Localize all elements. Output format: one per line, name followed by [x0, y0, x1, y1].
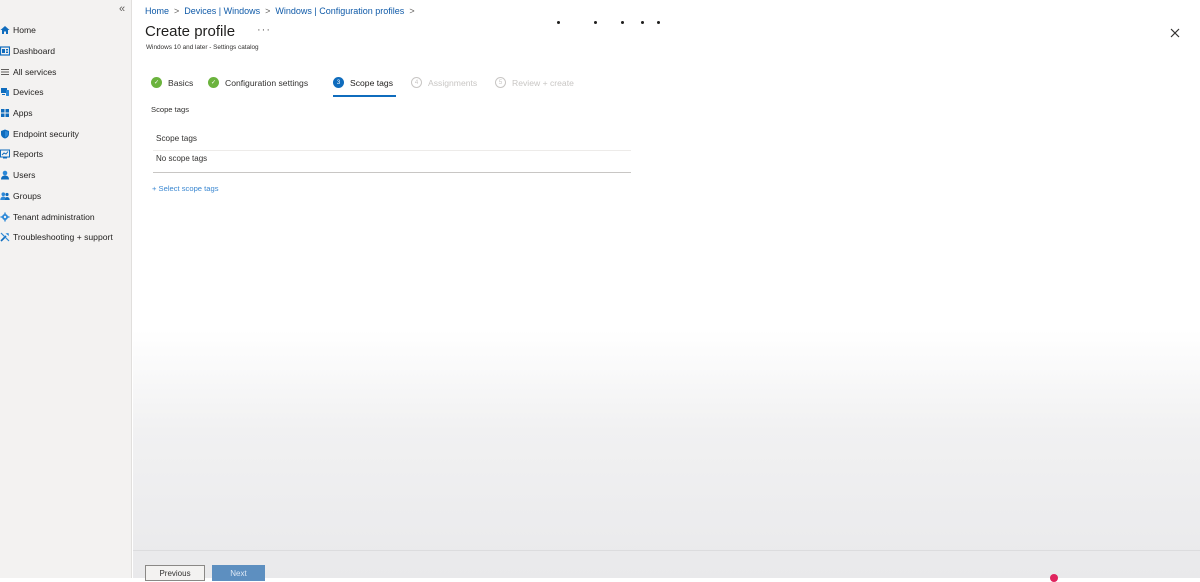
- sidebar-item-label: Dashboard: [13, 46, 56, 57]
- sidebar-item-reports[interactable]: Reports: [0, 144, 132, 165]
- page-title: Create profile: [145, 23, 236, 40]
- step-number-icon: 3: [333, 77, 344, 88]
- sidebar-item-label: Reports: [13, 149, 44, 160]
- step-label: Scope tags: [350, 77, 393, 88]
- sidebar-item-label: Groups: [13, 190, 42, 201]
- breadcrumb-home[interactable]: Home: [145, 6, 169, 16]
- step-number-icon: 4: [411, 77, 422, 88]
- empty-state-text: No scope tags: [156, 154, 208, 163]
- tab-scope-tags[interactable]: 3 Scope tags: [333, 77, 393, 88]
- dashboard-icon: [0, 46, 10, 56]
- divider: [153, 150, 631, 151]
- check-icon: ✓: [208, 77, 219, 88]
- wrench-icon: [0, 232, 10, 242]
- sidebar-item-all-services[interactable]: All services: [0, 61, 132, 82]
- devices-icon: [0, 87, 10, 97]
- collapse-sidebar-button[interactable]: «: [119, 3, 125, 15]
- sidebar-nav: Home Dashboard All services Devices Apps: [0, 20, 132, 248]
- step-number-icon: 5: [495, 77, 506, 88]
- sidebar-item-troubleshooting[interactable]: Troubleshooting + support: [0, 227, 132, 248]
- sidebar-item-label: Endpoint security: [13, 128, 79, 139]
- breadcrumb: Home > Devices | Windows > Windows | Configu…: [145, 6, 420, 16]
- sidebar-item-label: Home: [13, 25, 36, 36]
- sidebar-item-label: Tenant administration: [13, 211, 95, 222]
- sidebar-item-groups[interactable]: Groups: [0, 186, 132, 207]
- previous-button[interactable]: Previous: [145, 565, 205, 581]
- tab-basics[interactable]: ✓ Basics: [151, 77, 193, 88]
- step-label: Assignments: [428, 77, 478, 88]
- list-icon: [0, 67, 10, 77]
- footer-divider: [133, 550, 1200, 551]
- loading-dot: [594, 21, 597, 24]
- loading-dot: [657, 21, 660, 24]
- reports-icon: [0, 149, 10, 159]
- shield-icon: [0, 129, 10, 139]
- sidebar-item-label: Apps: [13, 108, 33, 119]
- cursor-indicator: [1050, 574, 1058, 582]
- user-icon: [0, 170, 10, 180]
- active-tab-indicator: [333, 95, 396, 97]
- tab-configuration-settings[interactable]: ✓ Configuration settings: [208, 77, 308, 88]
- sidebar-item-endpoint-security[interactable]: Endpoint security: [0, 123, 132, 144]
- loading-dot: [641, 21, 644, 24]
- next-button[interactable]: Next: [212, 565, 265, 581]
- breadcrumb-separator: >: [265, 6, 271, 16]
- sidebar-item-label: All services: [13, 66, 57, 77]
- page-subtitle: Windows 10 and later - Settings catalog: [146, 44, 259, 51]
- sidebar-item-tenant-administration[interactable]: Tenant administration: [0, 206, 132, 227]
- check-icon: ✓: [151, 77, 162, 88]
- sidebar-item-label: Troubleshooting + support: [13, 232, 113, 243]
- main-content: Home > Devices | Windows > Windows | Configu…: [133, 0, 1200, 582]
- section-label: Scope tags: [151, 105, 189, 114]
- apps-icon: [0, 108, 10, 118]
- sidebar-item-home[interactable]: Home: [0, 20, 132, 41]
- breadcrumb-configuration-profiles[interactable]: Windows | Configuration profiles: [275, 6, 404, 16]
- step-label: Configuration settings: [225, 77, 309, 88]
- column-header: Scope tags: [156, 134, 197, 143]
- breadcrumb-separator: >: [174, 6, 180, 16]
- gear-icon: [0, 212, 10, 222]
- sidebar-item-dashboard[interactable]: Dashboard: [0, 41, 132, 62]
- breadcrumb-separator: >: [409, 6, 415, 16]
- home-icon: [0, 25, 10, 35]
- divider: [153, 172, 631, 173]
- sidebar: « Home Dashboard All services Devices Ap…: [0, 0, 132, 578]
- step-label: Basics: [168, 77, 194, 88]
- breadcrumb-devices-windows[interactable]: Devices | Windows: [184, 6, 260, 16]
- sidebar-item-users[interactable]: Users: [0, 165, 132, 186]
- loading-dot: [557, 21, 560, 24]
- sidebar-item-devices[interactable]: Devices: [0, 82, 132, 103]
- sidebar-item-label: Users: [13, 170, 36, 181]
- tab-assignments[interactable]: 4 Assignments: [411, 77, 477, 88]
- more-options-button[interactable]: ···: [257, 24, 271, 36]
- close-icon[interactable]: [1168, 26, 1182, 40]
- loading-dot: [621, 21, 624, 24]
- step-label: Review + create: [512, 77, 574, 88]
- tab-review-create[interactable]: 5 Review + create: [495, 77, 574, 88]
- sidebar-item-apps[interactable]: Apps: [0, 103, 132, 124]
- sidebar-item-label: Devices: [13, 87, 44, 98]
- select-scope-tags-link[interactable]: + Select scope tags: [152, 184, 219, 193]
- groups-icon: [0, 191, 10, 201]
